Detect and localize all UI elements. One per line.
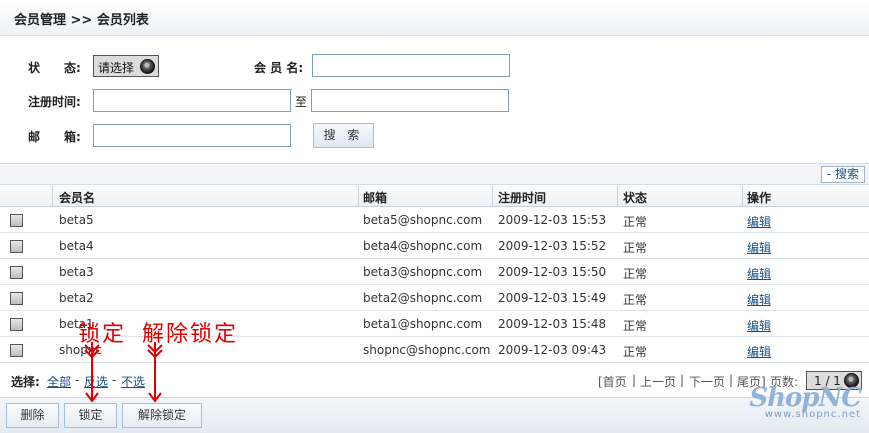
annotation-arrow-unlock — [147, 342, 163, 403]
annotation-arrows — [84, 342, 163, 403]
annotation-arrow-lock — [84, 342, 100, 403]
